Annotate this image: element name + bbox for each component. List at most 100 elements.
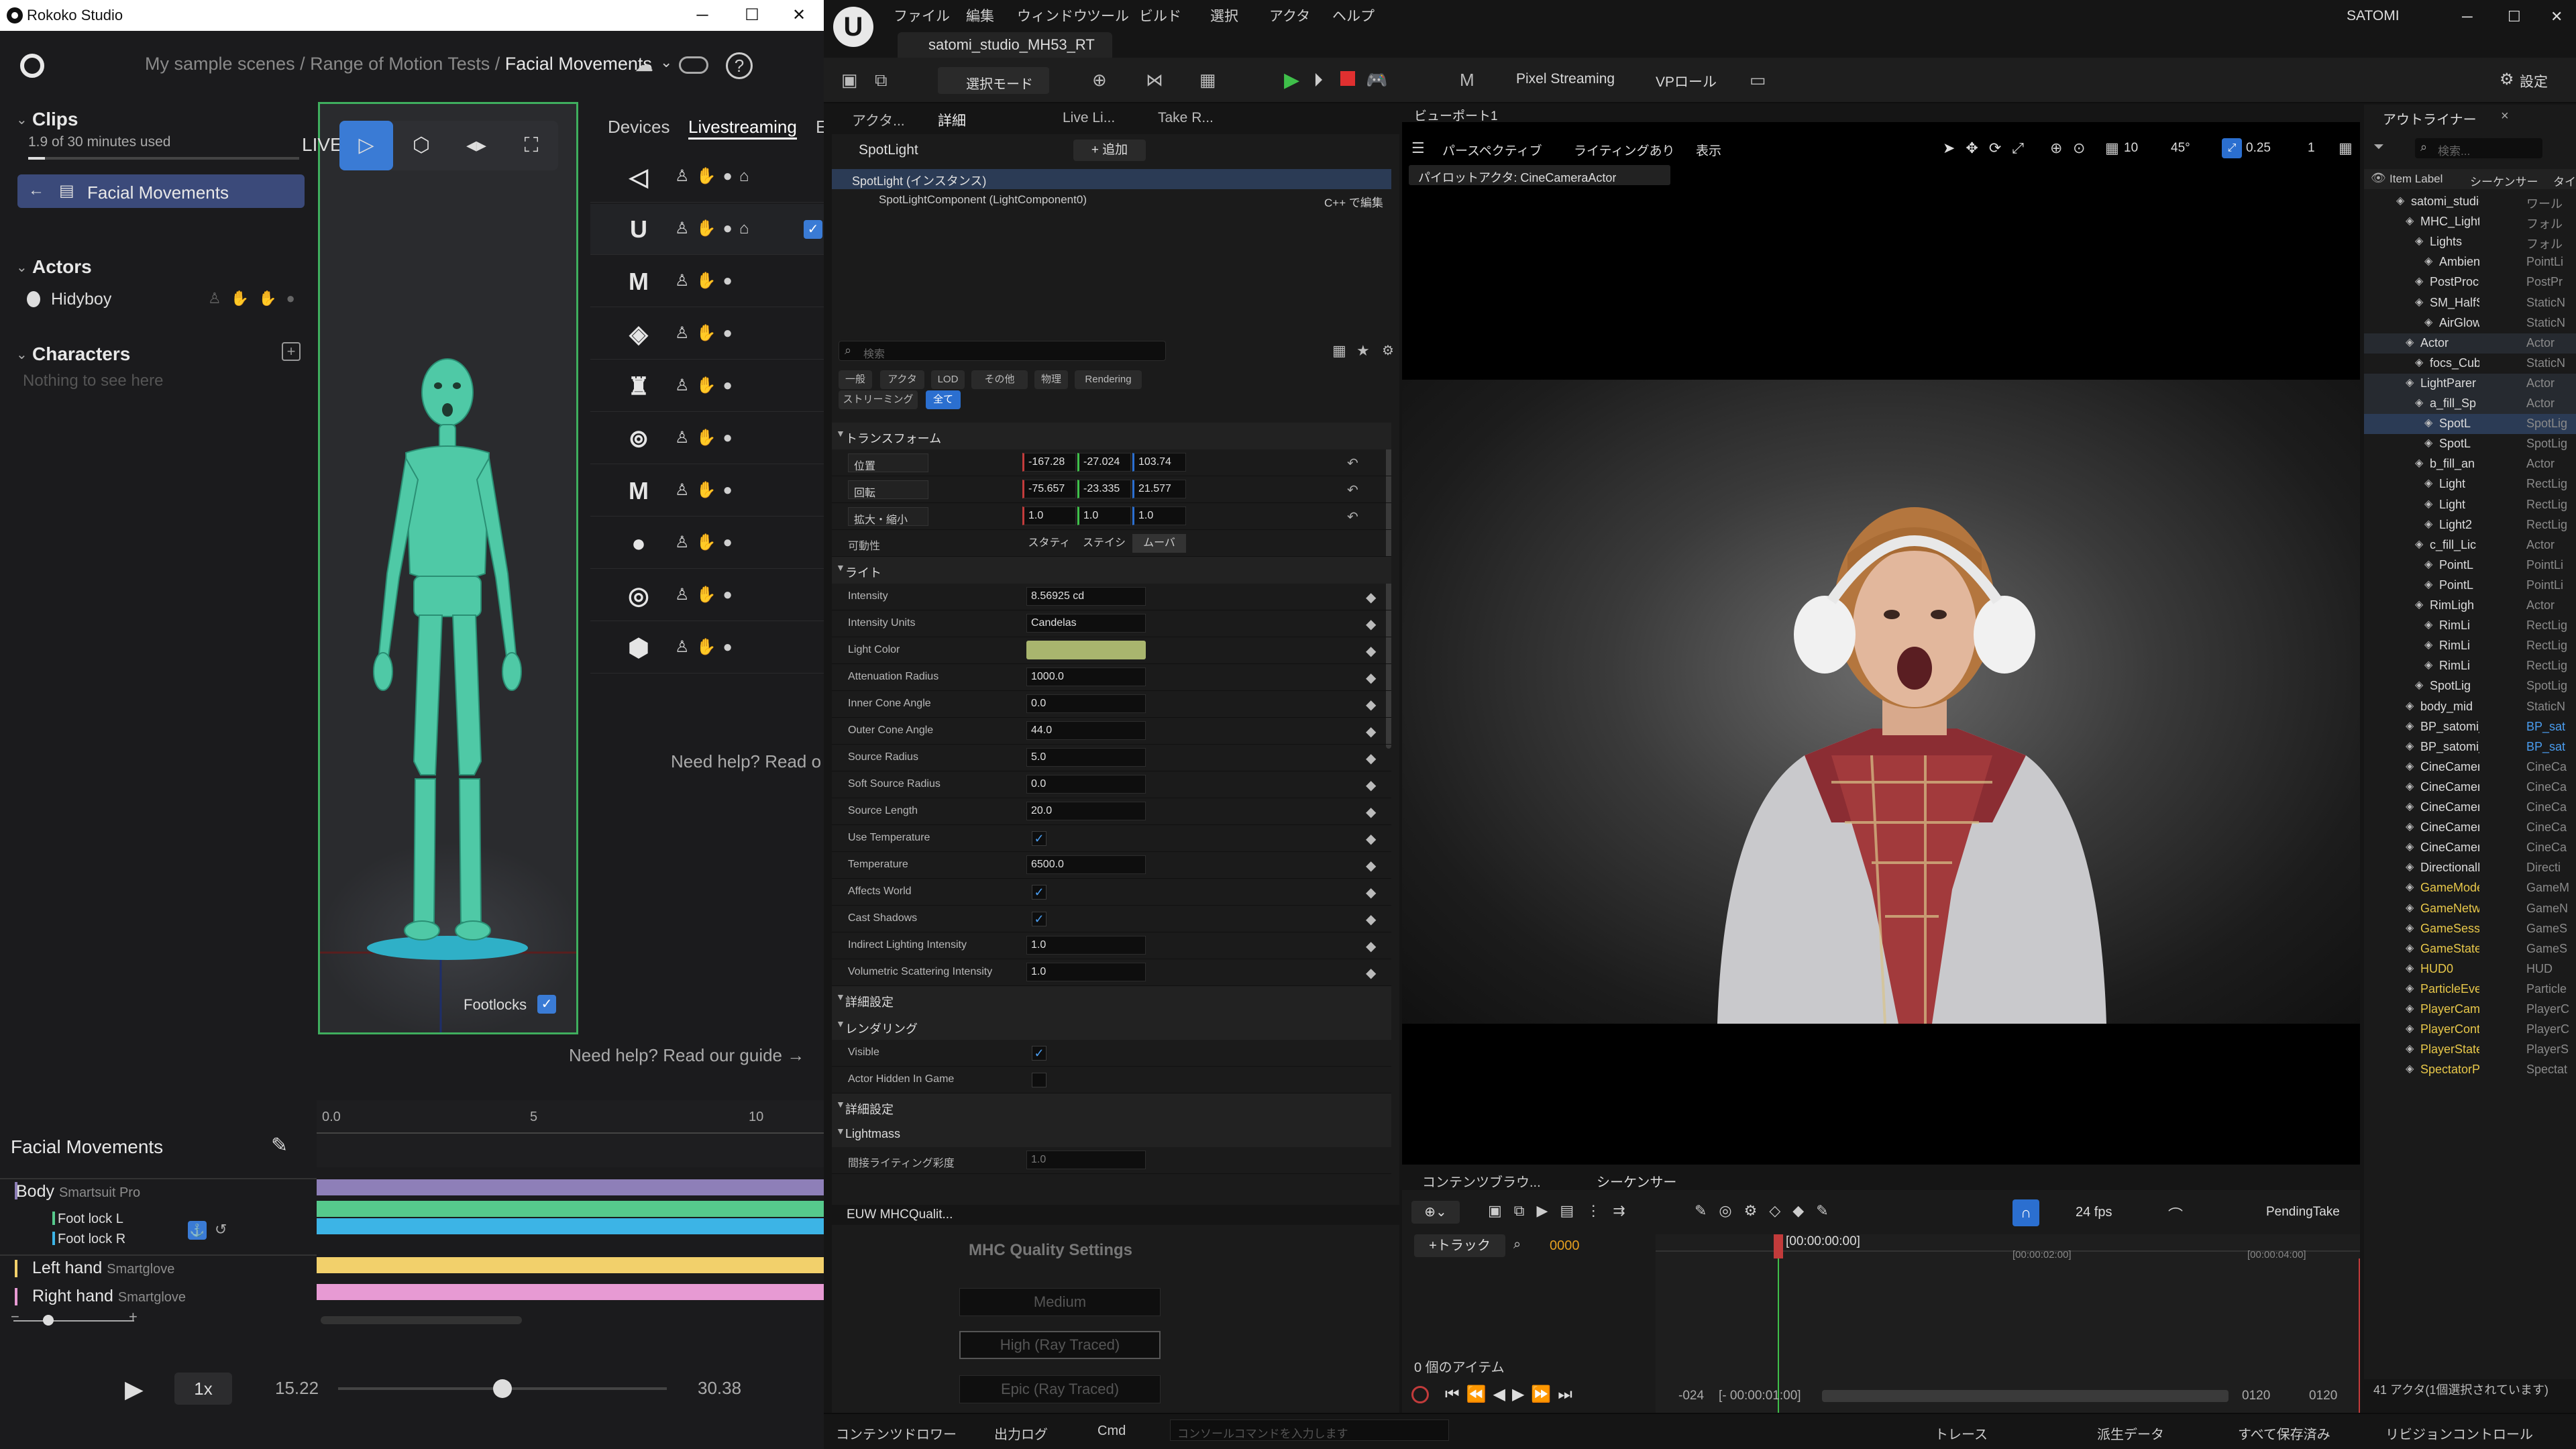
light-prop-value[interactable]: Candelas bbox=[1026, 614, 1146, 633]
keyframe-icon[interactable]: ◆ bbox=[1366, 911, 1376, 928]
foot-lock-icon[interactable]: ⚓ bbox=[188, 1221, 207, 1240]
outliner-item[interactable]: RimLi ◈ RectLig bbox=[2364, 636, 2576, 656]
light-category[interactable]: ▼ ライト bbox=[832, 557, 1391, 584]
modeling-icon[interactable]: M bbox=[1460, 70, 1474, 91]
cmd-select[interactable]: Cmd bbox=[1097, 1424, 1126, 1439]
minimize-icon[interactable]: ─ bbox=[679, 3, 726, 28]
toggle-icon[interactable] bbox=[679, 56, 708, 74]
light-prop-value[interactable]: 1.0 bbox=[1026, 936, 1146, 955]
outliner-item[interactable]: MHC_Lighti ◈ フォル bbox=[2364, 212, 2576, 232]
menu-item[interactable]: ヘルプ bbox=[1332, 5, 1375, 25]
keyframe-icon[interactable]: ◆ bbox=[1366, 777, 1376, 794]
outliner-item[interactable]: SpotL ◈ SpotLig bbox=[2364, 434, 2576, 454]
expand-icon[interactable]: ▼ bbox=[836, 428, 845, 439]
keyframe-icon[interactable]: ◆ bbox=[1366, 804, 1376, 820]
range-end-2[interactable]: 0120 bbox=[2309, 1389, 2337, 1403]
foot-r-track-bar[interactable] bbox=[317, 1218, 824, 1234]
track-foot-lock-r[interactable]: Foot lock R bbox=[58, 1232, 125, 1247]
blueprint-icon[interactable]: ⋈ bbox=[1146, 70, 1163, 91]
outliner-item[interactable]: SM_HalfS ◈ StaticN bbox=[2364, 293, 2576, 313]
transform-tools[interactable]: ➤✥⟳⤢ bbox=[1943, 140, 2035, 157]
record-icon[interactable] bbox=[20, 54, 44, 78]
tab-more[interactable]: E bbox=[816, 117, 824, 138]
scale-x[interactable]: 1.0 bbox=[1022, 506, 1076, 525]
range-start[interactable]: -024 bbox=[1678, 1389, 1704, 1403]
play-icon[interactable]: ▶ bbox=[1284, 68, 1299, 92]
cube-view-icon[interactable]: ⬡ bbox=[394, 121, 448, 170]
light-prop-value[interactable]: 44.0 bbox=[1026, 721, 1146, 740]
outliner-item[interactable]: PlayerContr ◈ PlayerC bbox=[2364, 1020, 2576, 1040]
medium-button[interactable]: Medium bbox=[959, 1288, 1161, 1316]
filter-6[interactable]: ストリーミング bbox=[839, 390, 918, 409]
location-x[interactable]: -167.28 bbox=[1022, 453, 1076, 472]
outliner-item[interactable]: CineCamera ◈ CineCa bbox=[2364, 818, 2576, 838]
tab-livestreaming[interactable]: Livestreaming bbox=[688, 117, 797, 140]
curve-icon[interactable]: ⌒ bbox=[2168, 1203, 2183, 1225]
indirect-sat-value[interactable]: 1.0 bbox=[1026, 1150, 1146, 1169]
device-row[interactable]: ⊚ ♙✋● bbox=[590, 413, 824, 464]
outliner-search[interactable]: ⌕ 検索... bbox=[2415, 138, 2542, 158]
mobility-option[interactable]: ムーバ bbox=[1132, 534, 1186, 553]
outliner-item[interactable]: PointL ◈ PointLi bbox=[2364, 555, 2576, 576]
layout-icon[interactable]: ▦ bbox=[2339, 140, 2353, 157]
keyframe-icon[interactable]: ◆ bbox=[1366, 643, 1376, 659]
device-row[interactable]: ♜ ♙✋● bbox=[590, 361, 824, 412]
add-actor-icon[interactable]: ⊕ bbox=[1092, 70, 1107, 91]
close-icon[interactable]: ✕ bbox=[775, 3, 822, 28]
maximize-icon[interactable]: ☐ bbox=[2508, 8, 2521, 25]
checkbox[interactable]: ✓ bbox=[1032, 912, 1046, 926]
zoom-out-icon[interactable]: − bbox=[11, 1308, 19, 1326]
light-prop-value[interactable]: 0.0 bbox=[1026, 694, 1146, 713]
advanced-category[interactable]: ▼ 詳細設定 bbox=[832, 986, 1391, 1013]
content-drawer-button[interactable]: コンテンツドロワー bbox=[836, 1424, 957, 1443]
outliner-item[interactable]: body_mid ◈ StaticN bbox=[2364, 697, 2576, 717]
outliner-item[interactable]: Light ◈ RectLig bbox=[2364, 495, 2576, 515]
keyframe-icon[interactable]: ◆ bbox=[1366, 696, 1376, 713]
actors-chevron-icon[interactable]: ⌄ bbox=[16, 259, 28, 276]
world-icon[interactable]: ⊕ bbox=[2050, 140, 2062, 157]
keyframe-icon[interactable]: ◆ bbox=[1366, 750, 1376, 767]
stop-icon[interactable] bbox=[1340, 71, 1355, 86]
outliner-item[interactable]: CineCamera ◈ CineCa bbox=[2364, 777, 2576, 798]
show-button[interactable]: 表示 bbox=[1696, 141, 1721, 159]
menu-item[interactable]: 選択 bbox=[1210, 5, 1238, 25]
cinematics-icon[interactable]: ▦ bbox=[1199, 70, 1216, 91]
outliner-item[interactable]: CineCamera ◈ CineCa bbox=[2364, 757, 2576, 777]
high-button[interactable]: High (Ray Traced) bbox=[959, 1331, 1161, 1359]
device-row[interactable]: ● ♙✋● bbox=[590, 518, 824, 569]
keyframe-icon[interactable]: ◆ bbox=[1366, 669, 1376, 686]
filter-1[interactable]: アクタ bbox=[880, 370, 924, 389]
outliner-item[interactable]: Light ◈ RectLig bbox=[2364, 474, 2576, 494]
filter-icon[interactable]: ⏷ bbox=[2373, 140, 2384, 155]
outliner-item[interactable]: SpotL ◈ SpotLig bbox=[2364, 414, 2576, 435]
viewport-tab[interactable]: ビューポート1 bbox=[1414, 106, 1498, 124]
outliner-item[interactable]: a_fill_Sp ◈ Actor bbox=[2364, 394, 2576, 414]
reset-icon[interactable]: ↶ bbox=[1347, 508, 1358, 525]
range-end-1[interactable]: 0120 bbox=[2242, 1389, 2270, 1403]
outliner-item[interactable]: DirectionalL ◈ Directi bbox=[2364, 858, 2576, 878]
col-item-label[interactable]: Item Label bbox=[2390, 172, 2443, 186]
keyframe-icon[interactable]: ◆ bbox=[1366, 857, 1376, 874]
filter-2[interactable]: LOD bbox=[931, 370, 965, 389]
filter-icon[interactable]: ⌕ bbox=[1513, 1237, 1521, 1252]
tab-devices[interactable]: Devices bbox=[608, 117, 669, 138]
scale-value[interactable]: 0.25 bbox=[2246, 141, 2271, 156]
light-prop-value[interactable]: 8.56925 cd bbox=[1026, 587, 1146, 606]
platform-icon[interactable]: ▭ bbox=[1750, 70, 1766, 91]
derived-data-button[interactable]: 派生データ bbox=[2097, 1424, 2164, 1443]
advanced-category-2[interactable]: ▼ 詳細設定 bbox=[832, 1093, 1391, 1120]
pilot-actor-bar[interactable]: パイロットアクタ: CineCameraActor bbox=[1409, 165, 1670, 185]
step-icon[interactable]: ⏵ bbox=[1313, 70, 1323, 92]
active-clip[interactable]: ← ▤ Facial Movements bbox=[17, 174, 305, 208]
expand-icon[interactable]: ▼ bbox=[836, 1126, 845, 1136]
location-y[interactable]: -27.024 bbox=[1077, 453, 1131, 472]
reset-icon[interactable]: ↶ bbox=[1347, 482, 1358, 498]
record-icon[interactable] bbox=[1411, 1386, 1429, 1403]
keyframe-icon[interactable]: ◆ bbox=[1366, 723, 1376, 740]
characters-chevron-icon[interactable]: ⌄ bbox=[16, 346, 28, 363]
outliner-item[interactable]: Ambient ◈ PointLi bbox=[2364, 252, 2576, 272]
angle-value[interactable]: 45° bbox=[2171, 141, 2190, 156]
settings-button[interactable]: 設定 bbox=[2520, 71, 2548, 91]
save-all-button[interactable]: すべて保存済み bbox=[2238, 1424, 2330, 1443]
scale-snap-icon[interactable]: ⤢ bbox=[2222, 138, 2242, 158]
